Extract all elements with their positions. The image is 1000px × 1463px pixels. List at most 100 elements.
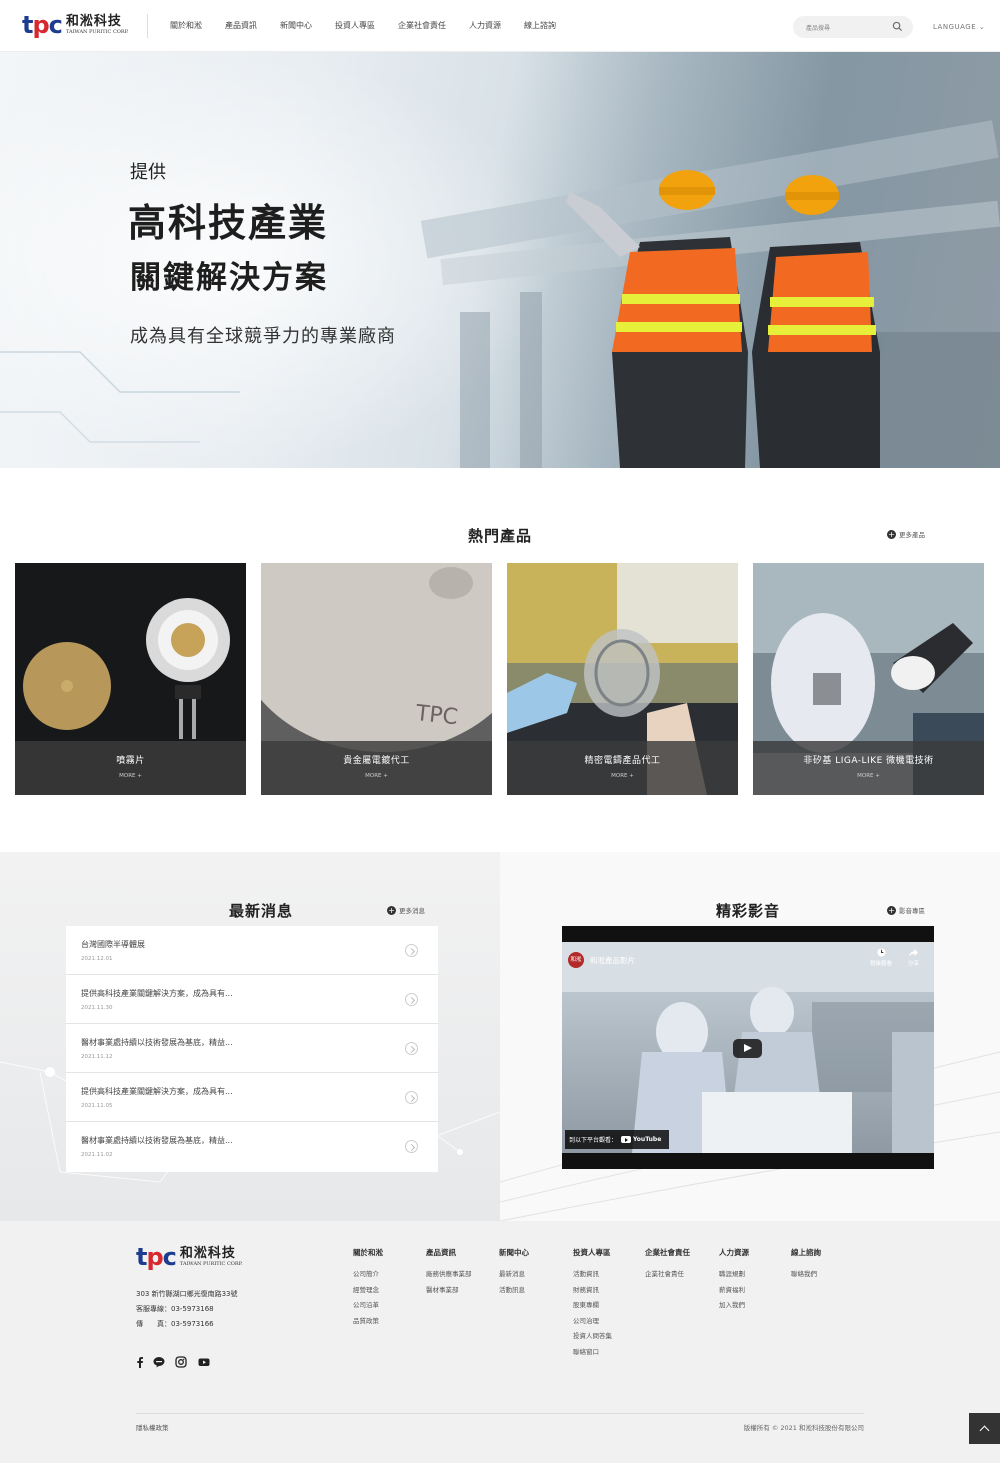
search-icon[interactable]	[892, 21, 903, 32]
footer-col-csr: 企業社會責任 企業社會責任	[645, 1247, 690, 1284]
news-title: 台灣國際半導體展	[81, 940, 145, 949]
nav-consult[interactable]: 線上諮詢	[524, 20, 556, 31]
footer-col-head[interactable]: 線上諮詢	[791, 1247, 821, 1258]
footer-link[interactable]: 企業社會責任	[645, 1268, 690, 1284]
footer-link[interactable]: 品質政策	[353, 1315, 383, 1331]
footer-col-head[interactable]: 關於和淞	[353, 1247, 383, 1258]
watch-on-youtube[interactable]: 到以下平台觀看： YouTube	[565, 1130, 670, 1149]
more-video-label: 影音專區	[899, 907, 925, 915]
footer-link[interactable]: 活動訊息	[499, 1284, 529, 1300]
nav-csr[interactable]: 企業社會責任	[398, 20, 446, 31]
more-products-label: 更多產品	[899, 531, 925, 539]
product-more-link[interactable]: MORE +	[753, 773, 984, 779]
video-title[interactable]: 和淞產品影片	[590, 955, 635, 966]
news-item[interactable]: 台灣國際半導體展 2021.12.01	[66, 926, 438, 975]
product-caption: 噴霧片 MORE +	[15, 741, 246, 795]
footer-link[interactable]: 公司沿革	[353, 1299, 383, 1315]
arrow-right-icon[interactable]	[405, 1091, 418, 1104]
footer-logo-name: 和淞科技	[179, 1246, 236, 1261]
footer-col-head[interactable]: 產品資訊	[426, 1247, 472, 1258]
nav-about[interactable]: 關於和淞	[170, 20, 202, 31]
footer-link[interactable]: 最新消息	[499, 1268, 529, 1284]
share-button[interactable]: 分享	[908, 948, 919, 967]
footer-link[interactable]: 股東專欄	[573, 1299, 612, 1315]
footer-link[interactable]: 財務資訊	[573, 1284, 612, 1300]
video-player[interactable]: 和淞 和淞產品影片 稍後觀看 分享 到以下平台觀看： YouTube	[562, 926, 934, 1169]
instagram-icon[interactable]	[175, 1356, 187, 1368]
chevron-down-icon: ⌄	[978, 23, 986, 31]
nav-hr[interactable]: 人力資源	[469, 20, 501, 31]
svg-text:TPC: TPC	[414, 701, 459, 730]
product-name: 貴金屬電鍍代工	[343, 756, 410, 766]
footer-link[interactable]: 薪資福利	[719, 1284, 749, 1300]
footer-link[interactable]: 活動資訊	[573, 1268, 612, 1284]
facebook-icon[interactable]	[134, 1356, 146, 1368]
footer-col-head[interactable]: 新聞中心	[499, 1247, 529, 1258]
product-more-link[interactable]: MORE +	[15, 773, 246, 779]
news-item[interactable]: 提供高科技產業關鍵解決方案，成為具有... 2021.11.05	[66, 1073, 438, 1122]
footer-link[interactable]: 加入我們	[719, 1299, 749, 1315]
news-item[interactable]: 提供高科技產業關鍵解決方案，成為具有... 2021.11.30	[66, 975, 438, 1024]
product-card[interactable]: 精密電鑄產品代工 MORE +	[507, 563, 738, 795]
channel-avatar[interactable]: 和淞	[568, 952, 584, 968]
logo-subtitle: TAIWAN PURITIC CORP.	[65, 29, 129, 35]
news-date: 2021.11.02	[81, 1152, 113, 1158]
video-title-bar: 和淞 和淞產品影片	[568, 952, 635, 968]
footer-link[interactable]: 聯絡我們	[791, 1268, 821, 1284]
logo-mark: tpc	[136, 1243, 177, 1271]
product-more-link[interactable]: MORE +	[261, 773, 492, 779]
watch-later-button[interactable]: 稍後觀看	[870, 948, 892, 967]
arrow-right-icon[interactable]	[405, 1140, 418, 1153]
footer-link[interactable]: 公司治理	[573, 1315, 612, 1331]
search-input[interactable]: 產品搜尋	[793, 16, 913, 38]
arrow-right-icon[interactable]	[405, 944, 418, 957]
news-item[interactable]: 醫材事業處持續以技術發展為基底，精益... 2021.11.12	[66, 1024, 438, 1073]
footer-link[interactable]: 公司簡介	[353, 1268, 383, 1284]
product-card[interactable]: TPC 貴金屬電鍍代工 MORE +	[261, 563, 492, 795]
line-icon[interactable]	[153, 1356, 165, 1368]
back-to-top-button[interactable]	[969, 1413, 1000, 1444]
news-title: 提供高科技產業關鍵解決方案，成為具有...	[81, 1087, 233, 1096]
product-more-link[interactable]: MORE +	[507, 773, 738, 779]
watch-later-label: 稍後觀看	[870, 961, 893, 967]
footer-col-about: 關於和淞 公司簡介 經營理念 公司沿革 品質政策	[353, 1247, 383, 1330]
footer-link[interactable]: 職涯規劃	[719, 1268, 749, 1284]
footer-col-head[interactable]: 投資人專區	[573, 1247, 612, 1258]
product-card[interactable]: 噴霧片 MORE +	[15, 563, 246, 795]
footer-col-head[interactable]: 企業社會責任	[645, 1247, 690, 1258]
site-logo[interactable]: tpc 和淞科技 TAIWAN PURITIC CORP.	[22, 13, 129, 37]
nav-products[interactable]: 產品資訊	[225, 20, 257, 31]
news-section-title: 最新消息	[229, 902, 294, 920]
arrow-right-icon[interactable]	[405, 993, 418, 1006]
play-button[interactable]	[733, 1039, 762, 1058]
site-header: tpc 和淞科技 TAIWAN PURITIC CORP. 關於和淞 產品資訊 …	[0, 0, 1000, 52]
language-selector[interactable]: LANGUAGE ⌄	[933, 23, 985, 31]
more-video-link[interactable]: + 影音專區	[887, 905, 925, 915]
footer-link[interactable]: 投資人問答集	[573, 1330, 612, 1346]
footer-col-head[interactable]: 人力資源	[719, 1247, 749, 1258]
footer-link[interactable]: 廠務供應事業部	[426, 1268, 472, 1284]
hero-banner: 提供 高科技產業 關鍵解決方案 成為具有全球競爭力的專業廠商	[0, 52, 1000, 468]
logo-mark: tpc	[22, 11, 63, 39]
news-title: 醫材事業處持續以技術發展為基底，精益...	[81, 1136, 233, 1145]
hero-headline-2: 關鍵解決方案	[130, 260, 328, 296]
nav-investors[interactable]: 投資人專區	[335, 20, 375, 31]
footer-logo[interactable]: tpc 和淞科技 TAIWAN PURITIC CORP.	[136, 1245, 243, 1269]
footer-col-news: 新聞中心 最新消息 活動訊息	[499, 1247, 529, 1299]
share-label: 分享	[908, 961, 920, 967]
hero-tagline: 成為具有全球競爭力的專業廠商	[130, 326, 396, 347]
footer-col-hr: 人力資源 職涯規劃 薪資福利 加入我們	[719, 1247, 749, 1315]
footer-address: 303 新竹縣湖口鄉光復南路33號	[136, 1290, 238, 1298]
news-item[interactable]: 醫材事業處持續以技術發展為基底，精益... 2021.11.02	[66, 1122, 438, 1171]
arrow-right-icon[interactable]	[405, 1042, 418, 1055]
youtube-icon[interactable]	[198, 1356, 210, 1368]
footer-link[interactable]: 聯絡窗口	[573, 1346, 612, 1362]
nav-news[interactable]: 新聞中心	[280, 20, 312, 31]
product-card[interactable]: 非矽基 LIGA-LIKE 微機電技術 MORE +	[753, 563, 984, 795]
footer-link[interactable]: 經營理念	[353, 1284, 383, 1300]
footer-link[interactable]: 醫材事業部	[426, 1284, 472, 1300]
privacy-policy-link[interactable]: 隱私權政策	[136, 1422, 169, 1432]
news-date: 2021.11.12	[81, 1054, 113, 1060]
more-news-link[interactable]: + 更多消息	[387, 905, 425, 915]
more-products-link[interactable]: + 更多產品	[887, 529, 925, 539]
